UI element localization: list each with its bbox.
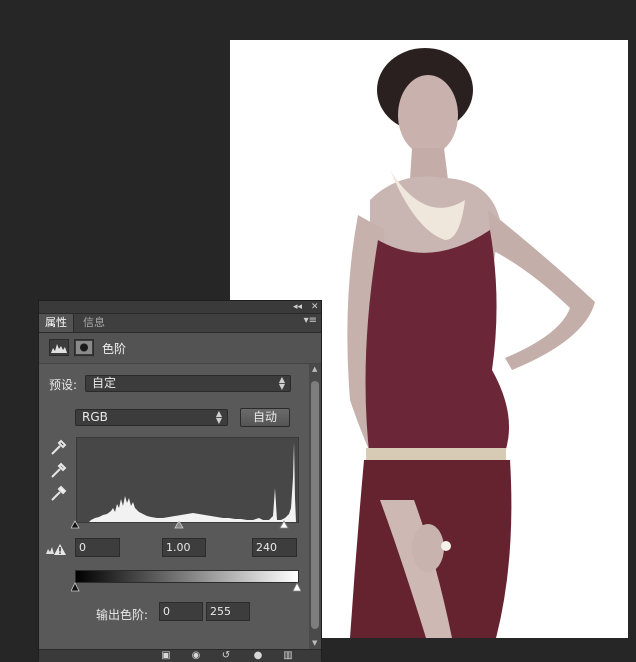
white-point-eyedropper-icon[interactable] bbox=[49, 485, 67, 503]
input-white-slider bbox=[279, 520, 289, 529]
output-levels-slider[interactable] bbox=[71, 582, 301, 592]
clip-to-layer-icon[interactable]: ▣ bbox=[159, 650, 173, 662]
preset-dropdown[interactable]: 自定 ▲ ▼ bbox=[85, 375, 291, 392]
panel-title-bar: ◂◂ ✕ bbox=[39, 301, 321, 314]
panel-menu-icon[interactable]: ▾≡ bbox=[304, 315, 317, 326]
levels-controls: 预设: 自定 ▲ ▼ RGB ▲ ▼ 自动 0 1.00 240 输出色阶: 0… bbox=[39, 364, 309, 649]
input-gamma-field[interactable]: 1.00 bbox=[162, 538, 206, 557]
output-black-slider bbox=[71, 582, 80, 592]
gray-point-eyedropper-icon[interactable] bbox=[49, 462, 67, 480]
preset-label: 预设: bbox=[49, 378, 78, 392]
collapse-panel-icon[interactable]: ◂◂ bbox=[293, 301, 302, 313]
properties-panel: ◂◂ ✕ 属性 信息 ▾≡ 色阶 预设: 自定 ▲ ▼ RGB ▲ ▼ 自动 0… bbox=[38, 300, 322, 662]
histogram-graph bbox=[77, 442, 296, 522]
mask-icon[interactable] bbox=[74, 339, 94, 356]
scrollbar-thumb[interactable] bbox=[311, 381, 319, 629]
dropdown-arrows-icon: ▲ ▼ bbox=[215, 409, 222, 425]
panel-tab-bar: 属性 信息 bbox=[39, 314, 321, 333]
close-panel-icon[interactable]: ✕ bbox=[311, 301, 319, 313]
channel-value: RGB bbox=[82, 410, 108, 424]
output-black-field[interactable]: 0 bbox=[159, 602, 203, 621]
scroll-up-icon[interactable]: ▲ bbox=[312, 365, 317, 373]
panel-bottom-bar: ▣ ◉ ↺ ● ▥ bbox=[39, 649, 321, 662]
reset-icon[interactable]: ↺ bbox=[219, 650, 233, 662]
visibility-icon[interactable]: ● bbox=[251, 650, 265, 662]
adjustment-title: 色阶 bbox=[102, 342, 127, 356]
output-white-slider bbox=[292, 582, 301, 592]
tab-properties[interactable]: 属性 bbox=[39, 314, 74, 332]
input-black-slider bbox=[71, 520, 80, 529]
clipping-warning-icon[interactable] bbox=[45, 542, 67, 556]
preset-value: 自定 bbox=[92, 376, 117, 390]
trash-icon[interactable]: ▥ bbox=[281, 650, 295, 662]
output-levels-label: 输出色阶: bbox=[96, 608, 149, 622]
input-levels-slider[interactable] bbox=[71, 519, 297, 529]
output-white-field[interactable]: 255 bbox=[206, 602, 250, 621]
auto-button[interactable]: 自动 bbox=[240, 408, 290, 427]
input-black-field[interactable]: 0 bbox=[75, 538, 120, 557]
input-gamma-slider bbox=[174, 520, 184, 529]
scroll-down-icon[interactable]: ▼ bbox=[312, 639, 317, 647]
levels-histogram bbox=[76, 437, 299, 523]
view-previous-icon[interactable]: ◉ bbox=[189, 650, 203, 662]
black-point-eyedropper-icon[interactable] bbox=[49, 439, 67, 457]
input-white-field[interactable]: 240 bbox=[252, 538, 297, 557]
channel-dropdown[interactable]: RGB ▲ ▼ bbox=[75, 409, 228, 426]
tab-info[interactable]: 信息 bbox=[77, 314, 111, 332]
dropdown-arrows-icon: ▲ ▼ bbox=[278, 375, 285, 391]
adjustment-header: 色阶 bbox=[39, 333, 321, 364]
histogram-icon[interactable] bbox=[49, 339, 69, 356]
